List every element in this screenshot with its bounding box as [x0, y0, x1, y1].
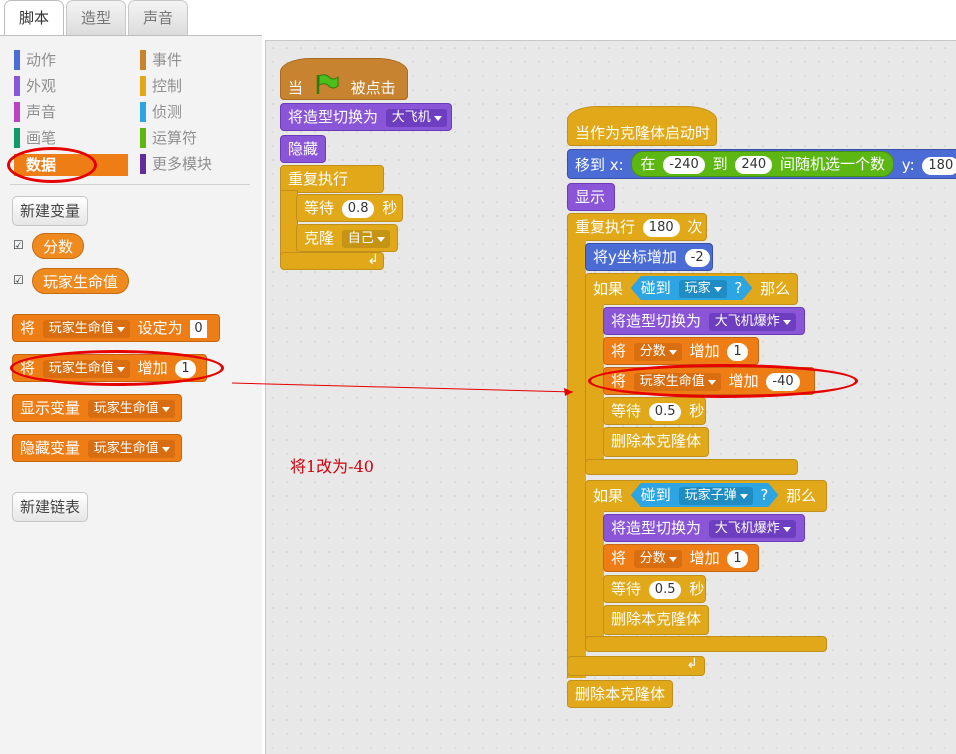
change-y-input[interactable]: -2 — [684, 249, 710, 267]
tab-costumes[interactable]: 造型 — [66, 0, 126, 35]
repeat-block-bottom: ↲ — [567, 656, 705, 676]
if-block-1-bottom — [585, 459, 798, 475]
life-reporter[interactable]: 玩家生命值 — [32, 268, 130, 294]
repeat-count-input[interactable]: 180 — [642, 219, 680, 237]
wait-seconds-input[interactable]: 0.5 — [648, 403, 682, 421]
forever-block[interactable]: 重复执行 — [280, 165, 384, 193]
delete-clone-block-2[interactable]: 删除本克隆体 — [603, 605, 709, 635]
wait-block-2[interactable]: 等待 0.5 秒 — [603, 575, 706, 603]
new-variable-button[interactable]: 新建变量 — [12, 196, 88, 226]
clone-target-dropdown[interactable]: 自己 — [341, 230, 390, 248]
delete-clone-final-block[interactable]: 删除本克隆体 — [567, 680, 673, 708]
switch-costume-block[interactable]: 将造型切换为 大飞机 — [280, 103, 452, 131]
annotation-arrow — [231, 382, 574, 396]
touching-sensor-2[interactable]: 碰到 玩家子弹 ? — [631, 483, 779, 507]
variable-dropdown[interactable]: 分数 — [633, 550, 682, 568]
set-value-input[interactable]: 0 — [190, 320, 207, 338]
category-pen[interactable]: 画笔 — [14, 128, 134, 148]
set-variable-block[interactable]: 将 玩家生命值 设定为 0 — [12, 314, 220, 342]
change-y-block[interactable]: 将y坐标增加 -2 — [585, 243, 713, 271]
change-score-block-1[interactable]: 将 分数 增加 1 — [603, 337, 759, 365]
show-block[interactable]: 显示 — [567, 183, 615, 211]
highlight-data-category — [7, 147, 97, 183]
costume-dropdown[interactable]: 大飞机 — [385, 109, 447, 127]
repeat-block-wall — [567, 238, 586, 678]
new-list-button[interactable]: 新建链表 — [12, 492, 88, 522]
loop-arrow-icon: ↲ — [367, 252, 379, 268]
palette-divider — [10, 184, 250, 185]
category-operators[interactable]: 运算符 — [140, 128, 260, 148]
hide-block[interactable]: 隐藏 — [280, 135, 326, 163]
goto-xy-block[interactable]: 移到 x: 在 -240 到 240 间随机选一个数 y: 180 — [567, 149, 956, 179]
goto-y-input[interactable]: 180 — [922, 157, 956, 175]
if-block-2[interactable]: 如果 碰到 玩家子弹 ? 那么 — [585, 480, 827, 512]
touch-target-dropdown[interactable]: 玩家子弹 — [679, 487, 753, 505]
touch-target-dropdown[interactable]: 玩家 — [679, 280, 727, 298]
category-events[interactable]: 事件 — [140, 50, 260, 70]
category-sound[interactable]: 声音 — [14, 102, 134, 122]
category-looks[interactable]: 外观 — [14, 76, 134, 96]
show-variable-block[interactable]: 显示变量 玩家生命值 — [12, 394, 182, 422]
costume-dropdown[interactable]: 大飞机爆炸 — [708, 520, 796, 538]
wait-seconds-input[interactable]: 0.8 — [341, 200, 375, 218]
hide-variable-block[interactable]: 隐藏变量 玩家生命值 — [12, 434, 182, 462]
wait-block-1[interactable]: 等待 0.5 秒 — [603, 397, 706, 425]
wait-block[interactable]: 等待 0.8 秒 — [296, 194, 403, 222]
clone-block[interactable]: 克隆 自己 — [296, 224, 398, 252]
variable-dropdown[interactable]: 玩家生命值 — [42, 320, 130, 338]
annotation-text: 将1改为-40 — [290, 457, 374, 476]
category-sensing[interactable]: 侦测 — [140, 102, 260, 122]
score-increment-input[interactable]: 1 — [727, 343, 748, 361]
score-increment-input[interactable]: 1 — [727, 550, 748, 568]
repeat-block[interactable]: 重复执行 180 次 — [567, 213, 707, 241]
loop-arrow-icon: ↲ — [686, 656, 698, 672]
variable-dropdown[interactable]: 玩家生命值 — [87, 400, 175, 418]
switch-costume-boom-block-2[interactable]: 将造型切换为 大飞机爆炸 — [603, 514, 805, 542]
touching-sensor-1[interactable]: 碰到 玩家 ? — [631, 276, 753, 300]
highlight-life-change — [588, 364, 858, 398]
random-to-input[interactable]: 240 — [735, 156, 773, 174]
change-score-block-2[interactable]: 将 分数 增加 1 — [603, 544, 759, 572]
highlight-change-block — [10, 350, 224, 386]
category-more-blocks[interactable]: 更多模块 — [140, 154, 260, 174]
costume-dropdown[interactable]: 大飞机爆炸 — [708, 313, 796, 331]
if-block-2-wall — [585, 509, 604, 639]
delete-clone-block-1[interactable]: 删除本克隆体 — [603, 427, 709, 457]
random-from-input[interactable]: -240 — [663, 156, 705, 174]
variable-dropdown[interactable]: 分数 — [633, 343, 682, 361]
when-start-as-clone-hat[interactable]: 当作为克隆体启动时 — [567, 106, 717, 146]
life-checkbox[interactable]: ☑ — [13, 274, 25, 286]
category-control[interactable]: 控制 — [140, 76, 260, 96]
score-reporter[interactable]: 分数 — [32, 233, 85, 259]
category-motion[interactable]: 动作 — [14, 50, 134, 70]
when-flag-clicked-hat[interactable]: 当 被点击 — [280, 58, 408, 100]
score-checkbox[interactable]: ☑ — [13, 239, 25, 251]
tab-scripts[interactable]: 脚本 — [4, 0, 64, 37]
wait-seconds-input[interactable]: 0.5 — [648, 581, 682, 599]
green-flag-icon — [314, 73, 340, 104]
forever-block-bottom: ↲ — [280, 252, 384, 270]
block-palette: 动作 外观 声音 画笔 数据 事件 控制 侦测 运算符 更多模块 新建变量 ☑ … — [0, 35, 262, 754]
if-block-1[interactable]: 如果 碰到 玩家 ? 那么 — [585, 273, 798, 305]
tab-sounds[interactable]: 声音 — [128, 0, 188, 35]
switch-costume-boom-block-1[interactable]: 将造型切换为 大飞机爆炸 — [603, 307, 805, 335]
variable-dropdown[interactable]: 玩家生命值 — [87, 440, 175, 458]
random-operator[interactable]: 在 -240 到 240 间随机选一个数 — [631, 151, 894, 177]
if-block-2-bottom — [585, 636, 827, 652]
